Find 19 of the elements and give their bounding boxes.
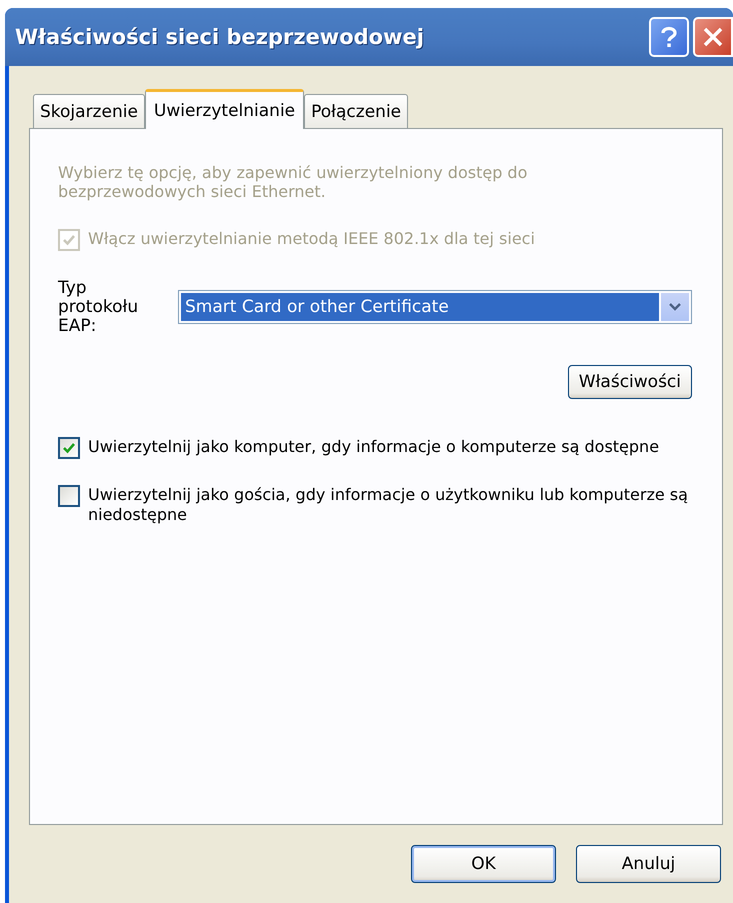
help-icon (659, 25, 679, 49)
tab[interactable]: Skojarzenie (33, 94, 145, 128)
close-icon (702, 26, 724, 48)
dialog-button[interactable]: OK (411, 845, 556, 883)
checkbox-label: Uwierzytelnij jako komputer, gdy informacje o komputerze są dostępne (88, 437, 660, 458)
checkbox[interactable] (58, 437, 80, 460)
checkbox-label: Uwierzytelnij jako gościa, gdy informacje o użytkowniku lub komputerze są niedostępne (88, 485, 688, 526)
tab[interactable]: Uwierzytelnianie (144, 89, 304, 129)
eap-type-label: Typ protokołu EAP: (58, 279, 140, 336)
eap-type-dropdown[interactable]: Smart Card or other Certificate (178, 290, 692, 324)
close-button[interactable] (693, 17, 733, 57)
properties-button[interactable]: Właściwości (568, 365, 692, 400)
help-button[interactable] (649, 17, 689, 57)
checkbox-label: Włącz uwierzytelnianie metodą IEEE 802.1x dla tej sieci (88, 229, 535, 250)
window-title: Właściwości sieci bezprzewodowej (15, 25, 425, 49)
checkbox[interactable] (58, 485, 80, 508)
dialog-button[interactable]: Anuluj (576, 845, 721, 883)
tab[interactable]: Połączenie (304, 94, 408, 128)
description-text: Wybierz tę opcję, aby zapewnić uwierzytelniony dostęp do bezprzewodowych sieci Ethernet. (58, 163, 528, 202)
